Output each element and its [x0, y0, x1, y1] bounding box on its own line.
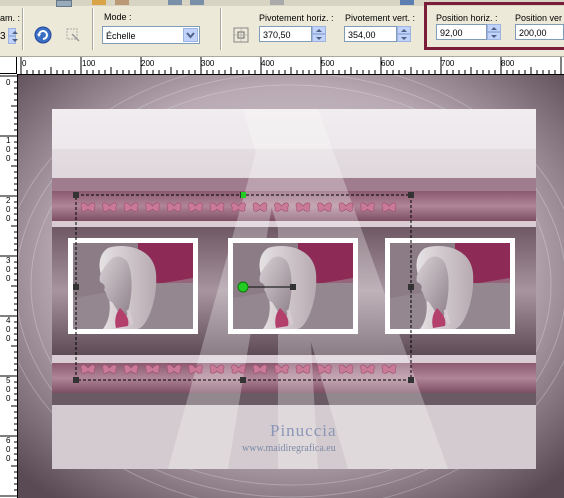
tool-options-bar: am. : 3 Mode : Échelle Pivotement horiz.…: [0, 0, 564, 57]
toolbar-icon-5[interactable]: [190, 0, 204, 5]
pos-v-value: 200,00: [519, 28, 547, 38]
horizontal-ruler: 0 100 200 300 400 500 600 700 800: [17, 57, 564, 75]
image-canvas[interactable]: Pinuccia www.maidiregrafica.eu: [18, 75, 564, 498]
ruler-label: 400: [6, 316, 11, 343]
rot-h-label: Pivotement horiz. :: [259, 13, 334, 23]
rot-h-field[interactable]: 370,50: [259, 26, 312, 42]
toolbar-icon-6[interactable]: [270, 0, 284, 5]
toolbar-icon-3[interactable]: [115, 0, 129, 5]
ruler-label: 600: [6, 436, 11, 463]
reset-icon[interactable]: [34, 26, 52, 44]
ruler-corner: [0, 57, 17, 74]
ruler-label: 0: [6, 78, 11, 87]
ruler-label: 300: [6, 256, 11, 283]
ruler-label: 400: [261, 59, 275, 68]
param-value[interactable]: 3: [0, 31, 6, 42]
ruler-label: 800: [501, 59, 515, 68]
ruler-label: 200: [141, 59, 155, 68]
separator: [22, 8, 24, 50]
watermark-url: www.maidiregrafica.eu: [242, 443, 336, 454]
rot-v-label: Pivotement vert. :: [345, 13, 416, 23]
pos-h-spinner[interactable]: [487, 24, 501, 40]
pos-h-value: 92,00: [440, 28, 463, 38]
toolbar-icon-7[interactable]: [400, 0, 414, 5]
toolbar-icon-4[interactable]: [168, 0, 182, 5]
mode-label: Mode :: [104, 12, 132, 22]
ruler-label: 500: [6, 376, 11, 403]
pivot-icon[interactable]: [232, 26, 250, 44]
ruler-label: 500: [321, 59, 335, 68]
rot-h-value: 370,50: [263, 30, 291, 40]
ruler-label: 100: [82, 59, 96, 68]
ruler-label: 200: [6, 196, 11, 223]
ruler-label: 300: [201, 59, 215, 68]
mode-select[interactable]: Échelle: [102, 26, 200, 44]
toolbar-icon-2[interactable]: [92, 0, 106, 5]
signature-text: Pinuccia: [270, 421, 337, 440]
rot-v-field[interactable]: 354,00: [344, 26, 397, 42]
pos-h-label: Position horiz. :: [436, 13, 498, 23]
param-spinner[interactable]: [8, 28, 18, 44]
vertical-ruler: 0 100 200 300 400 500 600: [0, 74, 18, 498]
mode-value: Échelle: [106, 31, 136, 41]
pos-v-field[interactable]: 200,00: [515, 24, 564, 40]
ruler-label: 700: [441, 59, 455, 68]
ruler-label: 100: [6, 136, 11, 163]
pos-v-label: Position ver: [515, 13, 563, 23]
ruler-label: 0: [22, 59, 27, 68]
rot-v-spinner[interactable]: [397, 26, 411, 42]
pos-h-field[interactable]: 92,00: [436, 24, 487, 40]
apply-icon[interactable]: [64, 26, 82, 44]
rot-v-value: 354,00: [348, 30, 376, 40]
rot-h-spinner[interactable]: [312, 26, 326, 42]
chevron-down-icon[interactable]: [183, 28, 198, 42]
ruler-label: 600: [381, 59, 395, 68]
separator: [220, 8, 222, 50]
param-label: am. :: [0, 13, 21, 23]
toolbar-icon-1[interactable]: [56, 0, 72, 7]
separator: [92, 8, 94, 50]
